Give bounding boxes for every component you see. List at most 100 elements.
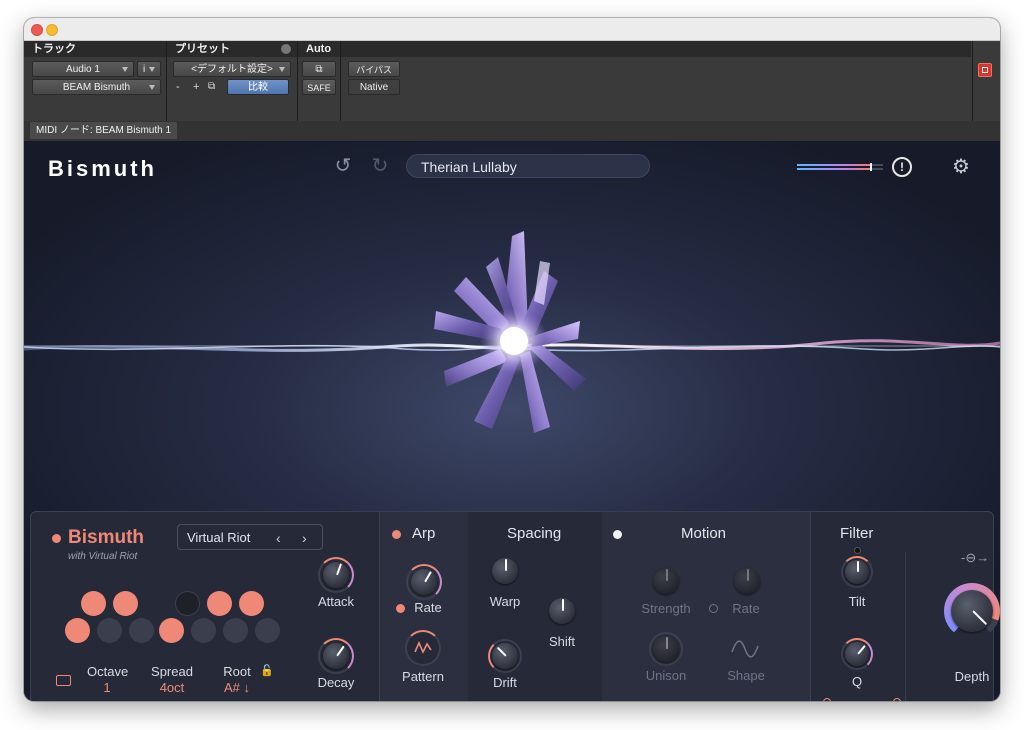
warp-knob[interactable] [492, 558, 518, 584]
artist-selector[interactable]: Virtual Riot ‹ › [177, 524, 323, 550]
preset-name-field[interactable]: Therian Lullaby [406, 154, 650, 178]
note-key[interactable] [191, 618, 216, 643]
note-key[interactable] [65, 618, 90, 643]
note-key[interactable] [239, 591, 264, 616]
octave-value[interactable]: 1 [87, 680, 127, 695]
note-key[interactable] [81, 591, 106, 616]
motion-rate-knob[interactable] [734, 568, 760, 594]
divider [379, 512, 380, 701]
automation-icon[interactable]: ⧉ [302, 61, 336, 77]
plugin-ui: Bismuth ↺ ↻ Therian Lullaby ! ⚙ Bismuth … [24, 141, 1000, 701]
preset-header: プリセット [167, 41, 297, 57]
note-key[interactable] [175, 591, 200, 616]
midi-node-tab[interactable]: MIDI ノード: BEAM Bismuth 1 [30, 122, 178, 139]
host-header: トラック プリセット Auto Audio 1 i BEAM Bismuth <… [24, 41, 1000, 122]
engine-title: Bismuth [68, 527, 144, 548]
arp-title: Arp [412, 525, 436, 542]
tilt-indicator [854, 547, 861, 554]
redo-icon[interactable]: ↻ [369, 155, 391, 177]
header-spacer [341, 41, 971, 57]
attack-knob[interactable] [323, 562, 349, 588]
engine-power-led[interactable] [52, 534, 61, 543]
octave-label: Octave [87, 664, 129, 679]
shift-label: Shift [548, 634, 575, 649]
engine-subtitle: with Virtual Riot [68, 551, 138, 562]
preset-menu-icon[interactable] [281, 44, 291, 54]
drift-label: Drift [493, 675, 517, 690]
range-handle-left[interactable] [823, 698, 831, 701]
settings-gear-icon[interactable]: ⚙ [952, 157, 970, 177]
root-value[interactable]: A# ↓ [217, 680, 257, 695]
arp-power-led[interactable] [392, 530, 401, 539]
minimize-window-button[interactable] [46, 24, 58, 36]
decay-label: Decay [317, 675, 355, 690]
routing-icon[interactable]: -⊖→ [961, 550, 989, 566]
auto-header: Auto [298, 41, 340, 57]
motion-power-led[interactable] [613, 530, 622, 539]
divider [810, 512, 811, 701]
range-handle-right[interactable] [893, 698, 901, 701]
root-label: Root [223, 664, 251, 679]
preset-select[interactable]: <デフォルト設定> [173, 61, 291, 77]
plus-button[interactable]: + [193, 79, 199, 95]
compare-button[interactable]: 比較 [227, 79, 289, 95]
note-key[interactable] [97, 618, 122, 643]
note-key[interactable] [223, 618, 248, 643]
track-select[interactable]: Audio 1 [32, 61, 134, 77]
divider [340, 41, 341, 121]
note-key[interactable] [207, 591, 232, 616]
arp-rate-knob[interactable] [411, 569, 437, 595]
q-label: Q [851, 674, 863, 689]
copy-icon[interactable]: ⧉ [208, 79, 215, 95]
spread-value[interactable]: 4oct [147, 680, 197, 695]
divider [166, 41, 167, 121]
note-key[interactable] [255, 618, 280, 643]
spread-label: Spread [151, 664, 193, 679]
note-key[interactable] [129, 618, 154, 643]
drift-knob[interactable] [492, 643, 518, 669]
wave-shape-icon[interactable] [729, 636, 761, 662]
plugin-select[interactable]: BEAM Bismuth [32, 79, 161, 95]
minus-button[interactable]: - [176, 79, 180, 95]
keyboard-icon[interactable] [56, 675, 71, 686]
tilt-knob[interactable] [845, 560, 869, 584]
lock-icon[interactable]: 🔓 [260, 664, 274, 677]
q-knob[interactable] [845, 642, 869, 666]
clock-icon[interactable] [709, 604, 718, 613]
output-level-slider[interactable] [797, 163, 883, 171]
engine-section: Bismuth with Virtual Riot Virtual Riot ‹… [31, 512, 379, 701]
artist-selector-value: Virtual Riot [187, 530, 251, 545]
depth-label: Depth [954, 669, 990, 684]
shift-knob[interactable] [549, 598, 575, 624]
strength-knob[interactable] [653, 568, 679, 594]
bypass-button[interactable]: バイパス [348, 61, 400, 77]
close-window-button[interactable] [31, 24, 43, 36]
strength-label: Strength [641, 601, 691, 616]
track-header: トラック [24, 41, 166, 57]
undo-icon[interactable]: ↺ [332, 155, 354, 177]
unison-label: Unison [645, 668, 687, 683]
filter-section: Filter Tilt Q -⊖→ Depth [811, 512, 1000, 701]
note-key[interactable] [113, 591, 138, 616]
pattern-icon[interactable] [405, 630, 441, 666]
depth-knob[interactable] [951, 590, 993, 632]
tilt-label: Tilt [848, 594, 866, 609]
record-icon[interactable] [978, 63, 992, 77]
chevron-left-icon[interactable]: ‹ [276, 525, 281, 551]
clock-icon[interactable] [396, 604, 405, 613]
crystal-visualizer [434, 231, 586, 433]
decay-knob[interactable] [323, 643, 349, 669]
pattern-label: Pattern [402, 669, 444, 684]
arp-section: Arp Rate Pattern [380, 512, 468, 701]
note-key[interactable] [159, 618, 184, 643]
attack-label: Attack [317, 594, 355, 609]
divider [297, 41, 298, 121]
filter-title: Filter [840, 525, 874, 542]
info-button[interactable]: i [137, 61, 161, 77]
warning-icon[interactable]: ! [892, 157, 912, 177]
safe-button[interactable]: SAFE [302, 79, 336, 95]
chevron-right-icon[interactable]: › [302, 525, 307, 551]
spacing-section: Spacing Warp Shift Drift [469, 512, 601, 701]
unison-knob[interactable] [653, 636, 679, 662]
native-label: Native [348, 79, 400, 95]
